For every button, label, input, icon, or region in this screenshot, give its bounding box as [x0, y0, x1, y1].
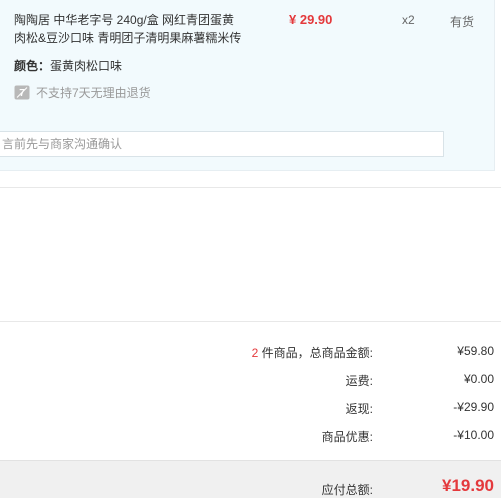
goods-total-label-text: 件商品，总商品金额: [258, 346, 373, 360]
product-attribute: 颜色：蛋黄肉松口味 [14, 57, 122, 74]
cashback-value: -¥29.90 [453, 400, 494, 414]
payable-total-label: 应付总额: [321, 483, 373, 497]
discount-label: 商品优惠: [321, 430, 373, 444]
payable-total-value: ¥19.90 [442, 476, 494, 495]
seven-day-badge-icon: 7 [14, 85, 30, 100]
attribute-value: 蛋黄肉松口味 [50, 59, 123, 73]
discount-row: 商品优惠: -¥10.00 [0, 428, 501, 446]
cashback-label: 返现: [345, 402, 373, 416]
seller-remark-input[interactable] [0, 131, 444, 157]
order-item-card: 陶陶居 中华老字号 240g/盒 网红青团蛋黄 肉松&豆沙口味 青明团子清明果麻… [0, 0, 495, 171]
divider [0, 187, 501, 188]
goods-total-row: 2 件商品，总商品金额: ¥59.80 [0, 344, 501, 362]
shipping-value: ¥0.00 [463, 372, 494, 386]
attribute-label: 颜色： [14, 59, 51, 73]
no-return-notice: 7 不支持7天无理由退货 [14, 84, 151, 100]
product-title-line-2[interactable]: 肉松&豆沙口味 青明团子清明果麻薯糯米传 [14, 29, 254, 47]
product-title-line-1[interactable]: 陶陶居 中华老字号 240g/盒 网红青团蛋黄 [14, 11, 254, 29]
shipping-label: 运费: [345, 374, 373, 388]
cashback-row: 返现: -¥29.90 [0, 400, 501, 418]
stock-status: 有货 [450, 15, 475, 29]
product-title[interactable]: 陶陶居 中华老字号 240g/盒 网红青团蛋黄 肉松&豆沙口味 青明团子清明果麻… [14, 11, 254, 47]
goods-total-label: 2 件商品，总商品金额: [252, 344, 373, 361]
divider [0, 321, 501, 322]
product-quantity: x2 [402, 13, 415, 27]
product-price: ¥ 29.90 [289, 12, 333, 27]
payable-total-bar: 应付总额: ¥19.90 [0, 460, 501, 498]
goods-total-value: ¥59.80 [457, 344, 494, 358]
discount-value: -¥10.00 [453, 428, 494, 442]
shipping-row: 运费: ¥0.00 [0, 372, 501, 390]
no-return-text: 不支持7天无理由退货 [36, 85, 151, 100]
